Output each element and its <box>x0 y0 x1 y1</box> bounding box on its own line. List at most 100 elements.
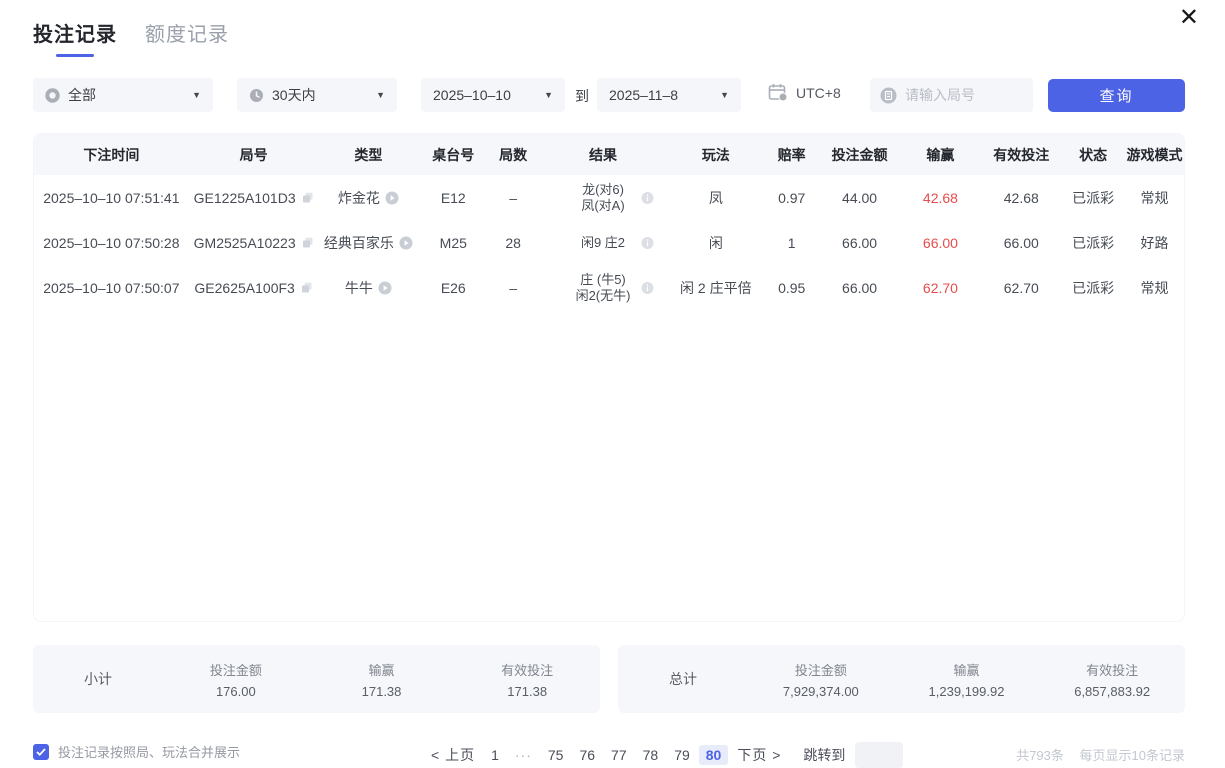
col-header-type: 类型 <box>319 145 419 165</box>
game-mode: 常规 <box>1125 278 1184 298</box>
odds: 1 <box>764 235 820 251</box>
close-icon[interactable]: ✕ <box>1179 6 1199 30</box>
play-video-icon[interactable] <box>385 191 399 205</box>
tab-bar: 投注记录 额度记录 <box>33 18 229 57</box>
round-id: GE2625A100F3 <box>194 280 294 296</box>
total-panel: 总计 投注金额 7,929,374.00 输赢 1,239,199.92 有效投… <box>618 645 1185 713</box>
info-icon[interactable] <box>641 281 654 294</box>
rounds-count: 28 <box>488 235 538 251</box>
total-valid-value: 6,857,883.92 <box>1039 684 1185 699</box>
game-type-cell: 牛牛 <box>319 278 419 298</box>
col-header-rounds: 局数 <box>488 145 538 165</box>
next-page-button[interactable]: 下页 > <box>730 743 788 767</box>
subtotal-win: 输赢 171.38 <box>309 660 455 699</box>
status: 已派彩 <box>1061 233 1125 253</box>
play-method: 凤 <box>668 188 764 208</box>
check-icon <box>36 748 46 756</box>
tab-bet-records[interactable]: 投注记录 <box>33 18 117 57</box>
copy-icon[interactable] <box>302 237 314 249</box>
win-loss: 62.70 <box>900 280 982 296</box>
col-header-round-id: 局号 <box>189 145 319 165</box>
timezone-value: UTC+8 <box>796 85 841 101</box>
col-header-time: 下注时间 <box>34 145 189 165</box>
time-range-value: 30天内 <box>272 85 316 105</box>
merge-checkbox[interactable] <box>33 744 49 760</box>
date-from-value: 2025–10–10 <box>433 87 511 103</box>
play-video-icon[interactable] <box>399 236 413 250</box>
game-type: 经典百家乐 <box>324 233 394 253</box>
jump-page-input[interactable] <box>855 742 903 768</box>
calendar-clock-icon <box>768 83 788 102</box>
category-value: 全部 <box>68 85 96 105</box>
valid-bet: 66.00 <box>981 235 1061 251</box>
chevron-down-icon: ▼ <box>376 90 385 100</box>
subtotal-win-label: 输赢 <box>309 660 455 679</box>
result-line: 庄 (牛5) <box>576 272 631 288</box>
page-button[interactable]: 79 <box>667 745 697 765</box>
game-type: 牛牛 <box>345 278 373 298</box>
col-header-play: 玩法 <box>668 145 764 165</box>
page-button-active[interactable]: 80 <box>699 745 729 765</box>
total-bet-label: 投注金额 <box>748 660 894 679</box>
page-button[interactable]: 78 <box>636 745 666 765</box>
prev-page-button[interactable]: < 上页 <box>424 743 482 767</box>
page-button[interactable]: 1 <box>484 745 506 765</box>
date-from-select[interactable]: 2025–10–10 ▼ <box>421 78 565 112</box>
date-to-value: 2025–11–8 <box>609 87 678 103</box>
records-table: 下注时间 局号 类型 桌台号 局数 结果 玩法 赔率 投注金额 输赢 有效投注 … <box>33 133 1185 622</box>
page-button[interactable]: 75 <box>541 745 571 765</box>
table-no: E26 <box>418 280 488 296</box>
round-id-cell: GM2525A10223 <box>189 235 319 251</box>
play-method: 闲 <box>668 233 764 253</box>
subtotal-label: 小计 <box>33 669 163 689</box>
bet-time: 2025–10–10 07:50:28 <box>34 235 189 251</box>
result-line: 闲9 庄2 <box>581 235 625 251</box>
pagination-ellipsis[interactable]: ··· <box>508 745 539 765</box>
category-select[interactable]: 全部 ▼ <box>33 78 213 112</box>
info-icon[interactable] <box>641 236 654 249</box>
table-row: 2025–10–10 07:51:41 GE1225A101D3 炸金花 E12… <box>34 175 1184 220</box>
valid-bet: 42.68 <box>981 190 1061 206</box>
status: 已派彩 <box>1061 278 1125 298</box>
round-search-input[interactable] <box>905 87 1015 103</box>
clock-icon <box>249 88 264 103</box>
col-header-game-mode: 游戏模式 <box>1125 145 1184 165</box>
total-win-label: 输赢 <box>894 660 1040 679</box>
result-cell: 龙(对6) 凤(对A) <box>538 182 668 214</box>
table-row: 2025–10–10 07:50:07 GE2625A100F3 牛牛 E26 … <box>34 265 1184 310</box>
bet-amount: 66.00 <box>820 280 900 296</box>
date-to-select[interactable]: 2025–11–8 ▼ <box>597 78 741 112</box>
round-id-cell: GE1225A101D3 <box>189 190 319 206</box>
total-label: 总计 <box>618 669 748 689</box>
search-button[interactable]: 查询 <box>1048 79 1185 112</box>
time-range-select[interactable]: 30天内 ▼ <box>237 78 397 112</box>
round-id-cell: GE2625A100F3 <box>189 280 319 296</box>
result-line: 龙(对6) <box>581 182 624 198</box>
copy-icon[interactable] <box>301 282 313 294</box>
total-records-text: 共793条 <box>1016 748 1064 763</box>
col-header-result: 结果 <box>538 145 668 165</box>
odds: 0.95 <box>764 280 820 296</box>
subtotal-bet: 投注金额 176.00 <box>163 660 309 699</box>
round-id: GE1225A101D3 <box>194 190 296 206</box>
jump-to-label: 跳转到 <box>803 745 845 765</box>
total-win-value: 1,239,199.92 <box>894 684 1040 699</box>
page-button[interactable]: 76 <box>572 745 602 765</box>
info-icon[interactable] <box>641 191 654 204</box>
odds: 0.97 <box>764 190 820 206</box>
game-mode: 常规 <box>1125 188 1184 208</box>
col-header-table-no: 桌台号 <box>418 145 488 165</box>
rounds-count: – <box>488 190 538 206</box>
subtotal-valid: 有效投注 171.38 <box>454 660 600 699</box>
page-button[interactable]: 77 <box>604 745 634 765</box>
total-valid-label: 有效投注 <box>1039 660 1185 679</box>
bet-time: 2025–10–10 07:51:41 <box>34 190 189 206</box>
merge-checkbox-label: 投注记录按照局、玩法合并展示 <box>58 742 240 761</box>
total-bet-value: 7,929,374.00 <box>748 684 894 699</box>
round-search-field[interactable] <box>870 78 1033 112</box>
col-header-status: 状态 <box>1061 145 1125 165</box>
copy-icon[interactable] <box>302 192 314 204</box>
play-video-icon[interactable] <box>378 281 392 295</box>
col-header-valid-bet: 有效投注 <box>981 145 1061 165</box>
tab-quota-records[interactable]: 额度记录 <box>145 18 229 57</box>
